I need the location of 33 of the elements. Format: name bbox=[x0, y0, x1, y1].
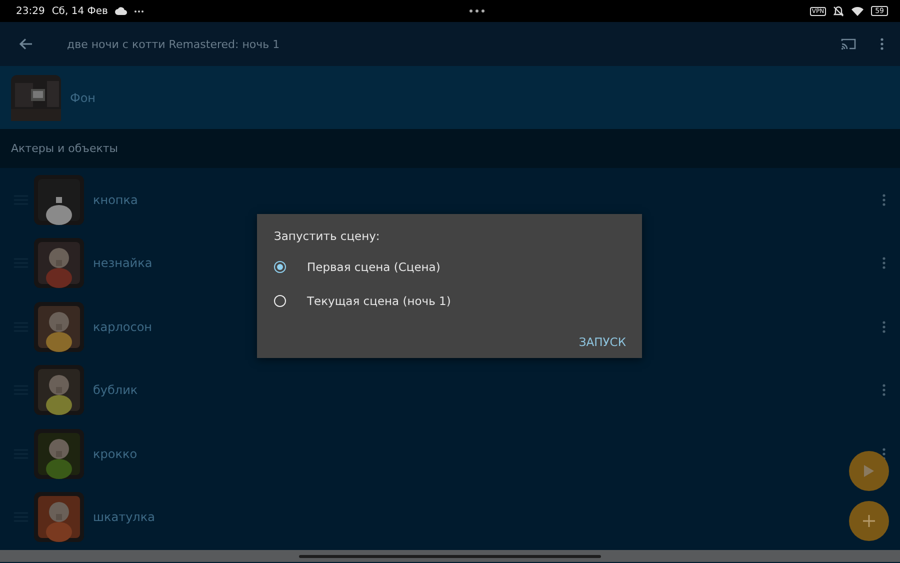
option-label[interactable]: Первая сцена (Сцена) bbox=[307, 260, 440, 274]
dialog-title: Запустить сцену: bbox=[274, 229, 381, 243]
item-name[interactable]: крокко bbox=[93, 446, 138, 461]
more-dots-icon bbox=[134, 10, 144, 12]
status-date: Сб, 14 Фев bbox=[52, 6, 108, 16]
cast-icon[interactable] bbox=[841, 38, 856, 50]
radio-button[interactable] bbox=[274, 261, 286, 273]
overflow-menu-icon[interactable] bbox=[882, 257, 886, 270]
section-header: Актеры и объекты bbox=[11, 142, 118, 155]
add-button[interactable] bbox=[849, 501, 889, 541]
background-label[interactable]: Фон bbox=[70, 90, 96, 104]
overflow-menu-icon[interactable] bbox=[882, 320, 886, 333]
wifi-icon bbox=[851, 6, 864, 16]
overflow-menu-icon[interactable] bbox=[882, 194, 886, 206]
back-arrow-icon[interactable] bbox=[19, 38, 33, 50]
option-label[interactable]: Текущая сцена (ночь 1) bbox=[307, 294, 451, 308]
item-name[interactable]: шкатулка bbox=[93, 510, 155, 524]
run-button[interactable]: ЗАПУСК bbox=[574, 331, 630, 353]
overflow-menu-icon[interactable] bbox=[882, 384, 886, 396]
item-name[interactable]: незнайка bbox=[93, 256, 152, 270]
clock-time: 23:29 bbox=[16, 6, 45, 16]
play-icon bbox=[864, 465, 874, 477]
item-name[interactable]: бублик bbox=[93, 383, 138, 398]
plus-icon bbox=[863, 515, 875, 527]
screen-title: две ночи с котти Remastered: ночь 1 bbox=[67, 38, 280, 50]
cloud-icon bbox=[114, 7, 127, 15]
item-name[interactable]: кнопка bbox=[93, 192, 138, 207]
bell-off-icon bbox=[833, 6, 844, 16]
item-name[interactable]: карлосон bbox=[93, 320, 152, 334]
home-indicator[interactable] bbox=[299, 554, 601, 558]
more-dots-icon bbox=[468, 9, 485, 13]
play-button[interactable] bbox=[849, 451, 889, 491]
overflow-menu-icon[interactable] bbox=[880, 38, 884, 50]
